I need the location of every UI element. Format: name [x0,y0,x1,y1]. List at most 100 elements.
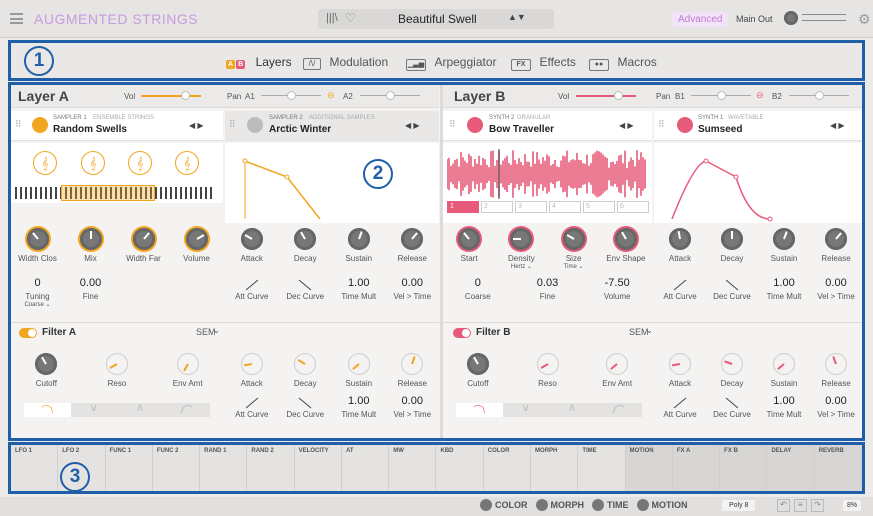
mod-source-rand-2[interactable]: RAND 2 [247,445,295,491]
heart-icon[interactable]: ♡ [345,11,356,25]
drag-handle-icon[interactable]: ⠿ [658,119,665,130]
knob[interactable] [347,353,370,375]
filter-a-toggle[interactable] [19,328,37,338]
knob[interactable] [510,228,533,250]
knob[interactable] [825,228,847,250]
macro-knob[interactable] [592,499,604,511]
knob[interactable] [106,353,128,375]
layer-b-slot-1[interactable]: ⠿ SYNTH 2 GRANULAR Bow Traveller ◀ ▶ [443,111,652,141]
knob[interactable] [466,353,489,375]
mod-source-lfo-1[interactable]: LFO 1 [11,445,59,491]
decay-curve-icon[interactable] [297,396,313,409]
layer-b-b1-slider[interactable] [691,91,751,100]
macro-morph[interactable]: MORPH [535,499,584,511]
mod-source-delay[interactable]: DELAY [767,445,815,491]
grain-slot[interactable]: 5 [583,201,615,213]
grain-slot[interactable]: 1 [447,201,479,213]
macro-time[interactable]: TIME [592,499,629,511]
knob[interactable] [721,353,743,375]
filter-b-shape-selector[interactable]: ⌒\ \/ /\ /⌒ [456,403,642,417]
knob[interactable] [79,228,102,250]
mic-1-icon[interactable]: 𝄞 [33,151,57,175]
poly-selector[interactable]: Poly 8 [722,500,756,511]
slot-name[interactable]: Bow Traveller [489,124,554,135]
mod-source-velocity[interactable]: VELOCITY [295,445,342,491]
chevron-down-icon[interactable]: ⌄ [646,326,653,335]
menu-icon[interactable] [10,13,23,24]
knob[interactable] [773,353,795,375]
prev-next-arrows[interactable]: ◀ ▶ [189,121,204,130]
knob[interactable] [606,353,629,375]
knob[interactable] [294,228,317,250]
layer-a-slot-2[interactable]: ⠿ SAMPLER 2 ADDITIONAL SAMPLES Arctic Wi… [225,111,439,141]
prev-next-arrows[interactable]: ◀ ▶ [830,121,845,130]
drag-handle-icon[interactable]: ⠿ [15,119,22,130]
prev-next-arrows[interactable]: ◀ ▶ [405,121,420,130]
link-icon[interactable]: ⊖ [756,90,764,101]
tab-modulation[interactable]: /\/ Modulation [303,53,388,71]
layer-a-a2-slider[interactable] [360,91,420,100]
prev-next-arrows[interactable]: ◀ ▶ [619,121,634,130]
slot-name[interactable]: Sumseed [698,124,742,135]
preset-name[interactable]: Beautiful Swell [398,12,477,26]
layer-b-envelope-graph[interactable] [654,143,862,223]
tab-macros[interactable]: ●● Macros [589,53,657,71]
slot-name[interactable]: Arctic Winter [269,124,331,135]
notch-shape[interactable]: \/ [71,403,118,417]
mod-source-mw[interactable]: MW [389,445,437,491]
mod-source-color[interactable]: COLOR [484,445,532,491]
tab-arpeggiator[interactable]: ▁▃▅ Arpeggiator [406,53,497,71]
layer-b-vol-slider[interactable] [576,91,636,100]
tab-layers[interactable]: AB Layers [226,53,292,71]
mod-source-reverb[interactable]: REVERB [814,445,862,491]
knob[interactable] [669,353,691,375]
knob[interactable] [240,353,263,375]
knob[interactable] [721,228,743,250]
knob[interactable] [614,228,637,250]
mic-3-icon[interactable]: 𝄞 [128,151,152,175]
drag-handle-icon[interactable]: ⠿ [449,119,456,130]
layer-a-a1-slider[interactable] [261,91,321,100]
knob[interactable] [26,228,49,250]
grain-slot[interactable]: 2 [481,201,513,213]
layer-a-slot-1[interactable]: ⠿ SAMPLER 1 ENSEMBLE STRINGS Random Swel… [11,111,223,141]
chevron-down-icon[interactable]: ⌄ [213,326,220,335]
lowpass-shape[interactable]: ⌒\ [24,403,71,417]
mod-source-fx-a[interactable]: FX A [672,445,721,491]
history-icon[interactable]: ≡ [794,499,807,512]
filter-a-shape-selector[interactable]: ⌒\ \/ /\ /⌒ [24,403,210,417]
settings-gear-icon[interactable]: ⚙ [858,11,871,28]
redo-icon[interactable]: ↷ [811,499,824,512]
attack-curve-icon[interactable] [244,396,260,409]
mic-4-icon[interactable]: 𝄞 [175,151,199,175]
decay-curve-icon[interactable] [724,278,740,291]
mod-source-time[interactable]: TIME [578,445,626,491]
macro-motion[interactable]: MOTION [636,499,688,511]
knob[interactable] [294,353,317,375]
macro-knob[interactable] [636,499,649,511]
knob[interactable] [825,353,847,375]
mod-source-fx-b[interactable]: FX B [720,445,768,491]
macro-knob[interactable] [535,499,548,511]
bandpass-shape[interactable]: /\ [549,403,596,417]
decay-curve-icon[interactable] [297,278,313,291]
knob[interactable] [562,228,585,250]
attack-curve-icon[interactable] [672,278,688,291]
keyboard-range[interactable] [15,185,215,201]
knob[interactable] [536,353,559,375]
grain-slot[interactable]: 4 [549,201,581,213]
knob[interactable] [401,228,424,250]
mod-source-rand-1[interactable]: RAND 1 [200,445,248,491]
knob[interactable] [35,353,58,375]
knob[interactable] [185,228,208,250]
library-icon[interactable]: |||\ [326,12,338,24]
macro-color[interactable]: COLOR [480,499,528,511]
slot-name[interactable]: Random Swells [53,124,127,135]
highpass-shape[interactable]: /⌒ [164,403,211,417]
attack-curve-icon[interactable] [244,278,260,291]
knob[interactable] [240,228,263,250]
advanced-button[interactable]: Advanced [672,12,729,27]
layer-a-envelope-graph[interactable]: 2 [225,143,439,223]
mod-source-morph[interactable]: MORPH [531,445,579,491]
mod-source-at[interactable]: AT [342,445,390,491]
